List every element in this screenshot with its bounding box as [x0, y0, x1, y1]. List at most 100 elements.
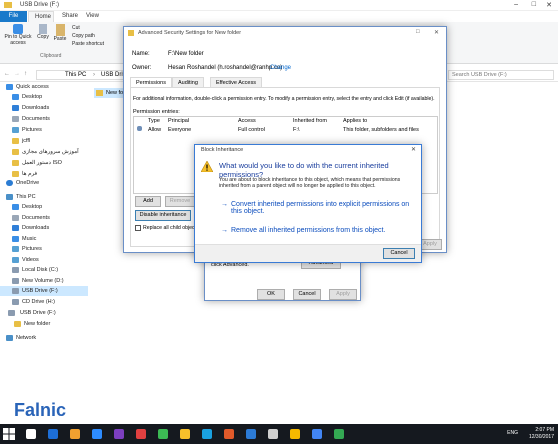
breadcrumb-this-pc[interactable]: This PC [65, 72, 86, 78]
desktop-icon [12, 94, 19, 100]
sidebar-item[interactable]: Downloads [0, 103, 88, 113]
replace-checkbox[interactable] [135, 225, 141, 231]
chrome-icon[interactable] [158, 429, 168, 439]
edge-icon[interactable] [92, 429, 102, 439]
add-button[interactable]: Add [135, 196, 161, 207]
settings-icon[interactable] [268, 429, 278, 439]
copy-button[interactable]: Copy [36, 24, 50, 40]
paste-shortcut-button[interactable]: Paste shortcut [72, 41, 104, 47]
excel-icon[interactable] [334, 429, 344, 439]
folder-icon [12, 171, 19, 177]
sidebar-item[interactable]: Documents [0, 114, 88, 124]
minimize-icon[interactable]: – [514, 1, 518, 8]
task-view-icon[interactable] [48, 429, 58, 439]
user-group-icon [137, 126, 142, 131]
computer-icon [6, 194, 13, 200]
cancel-button[interactable]: Cancel [293, 289, 321, 300]
nav-usb-new-folder[interactable]: New folder [0, 319, 88, 329]
clock-time: 2:07 PM [535, 427, 554, 433]
up-icon[interactable]: ↑ [24, 71, 27, 77]
disable-inheritance-button[interactable]: Disable inheritance [135, 210, 191, 221]
dialog-cancel-button[interactable]: Cancel [383, 248, 415, 259]
sidebar-item[interactable]: Downloads [0, 223, 88, 233]
search-icon[interactable] [26, 429, 36, 439]
sidebar-item[interactable]: دستور العمل ISO [0, 158, 88, 168]
col-inherited-from[interactable]: Inherited from [290, 117, 340, 125]
maximize-icon[interactable]: □ [416, 29, 420, 35]
documents-icon [12, 116, 19, 122]
sidebar-item-label: Pictures [22, 246, 42, 252]
search-input[interactable]: Search USB Drive (F:) [448, 70, 554, 80]
nav-quick-access[interactable]: Quick access [0, 82, 88, 92]
sidebar-item-label: Pictures [22, 127, 42, 133]
apply-button[interactable]: Apply [329, 289, 357, 300]
sidebar-item[interactable]: Documents [0, 213, 88, 223]
table-row[interactable]: Allow Everyone Full control F:\ This fol… [134, 125, 422, 134]
security-titlebar: Advanced Security Settings for New folde… [124, 27, 446, 39]
tab-effective-access[interactable]: Effective Access [210, 77, 262, 87]
col-applies-to[interactable]: Applies to [340, 117, 422, 125]
security-title: Advanced Security Settings for New folde… [138, 30, 242, 36]
visual-studio-icon[interactable] [114, 429, 124, 439]
sidebar-item[interactable]: jcffl [0, 136, 88, 146]
sidebar-item[interactable]: Pictures [0, 244, 88, 254]
sidebar-item[interactable]: آموزش سرورهای مجازی [0, 147, 88, 157]
desktop-icon [12, 204, 19, 210]
windows-start-icon[interactable] [3, 428, 15, 440]
tab-home[interactable]: Home [28, 11, 54, 22]
sidebar-item[interactable]: Pictures [0, 125, 88, 135]
cloud-icon [6, 180, 13, 186]
cd-drive-icon [12, 298, 19, 305]
sidebar-item[interactable]: Music [0, 234, 88, 244]
paste-button[interactable]: Paste [53, 24, 67, 42]
nav-usb-root[interactable]: USB Drive (F:) [0, 308, 88, 318]
forward-icon[interactable]: → [14, 71, 20, 77]
sidebar-item-label: Music [22, 235, 37, 242]
close-icon[interactable]: ✕ [411, 146, 416, 153]
nav-onedrive[interactable]: OneDrive [0, 178, 88, 188]
close-icon[interactable]: ✕ [434, 29, 439, 36]
clock[interactable]: 2:07 PM 12/30/2017 [529, 427, 554, 441]
tab-file[interactable]: File [0, 11, 27, 22]
maximize-icon[interactable]: □ [532, 1, 536, 8]
taskbar-apps [22, 424, 422, 444]
photos-icon[interactable] [312, 429, 322, 439]
change-owner-link[interactable]: Change [270, 65, 291, 71]
sidebar-item[interactable]: USB Drive (F:) [0, 286, 88, 296]
sidebar-item[interactable]: Desktop [0, 202, 88, 212]
back-icon[interactable]: ← [4, 71, 10, 77]
sidebar-item[interactable]: Desktop [0, 92, 88, 102]
nav-this-pc[interactable]: This PC [0, 192, 88, 202]
ok-button[interactable]: OK [257, 289, 285, 300]
cell-type: Allow [148, 126, 162, 133]
tab-auditing[interactable]: Auditing [172, 77, 204, 87]
sticky-notes-icon[interactable] [290, 429, 300, 439]
sidebar-item[interactable]: Local Disk (C:) [0, 265, 88, 275]
word-icon[interactable] [246, 429, 256, 439]
col-principal[interactable]: Principal [165, 117, 235, 125]
dialog-title: Block Inheritance [201, 147, 244, 153]
col-type[interactable]: Type [145, 117, 165, 125]
sidebar-item[interactable]: CD Drive (H:) [0, 297, 88, 307]
sidebar-item[interactable]: Videos [0, 255, 88, 265]
sidebar-item[interactable]: New Volume (D:) [0, 276, 88, 286]
tab-permissions[interactable]: Permissions [130, 77, 172, 87]
pin-button[interactable]: Pin to Quick access [4, 24, 32, 46]
tab-view[interactable]: View [80, 11, 105, 22]
powerpoint-icon[interactable] [224, 429, 234, 439]
disk-icon [12, 267, 19, 273]
col-access[interactable]: Access [235, 117, 290, 125]
download-icon [12, 105, 19, 111]
remove-button[interactable]: Remove [165, 196, 195, 207]
nav-network[interactable]: Network [0, 333, 88, 343]
language-indicator[interactable]: ENG [507, 430, 518, 436]
telegram-icon[interactable] [202, 429, 212, 439]
copy-path-button[interactable]: Copy path [72, 33, 95, 39]
close-icon[interactable]: ✕ [546, 1, 552, 9]
cut-button[interactable]: Cut [72, 25, 80, 31]
folder-icon[interactable] [180, 429, 190, 439]
sidebar-item-label: CD Drive (H:) [22, 298, 55, 305]
file-explorer-icon[interactable] [70, 429, 80, 439]
arrow-right-icon: → [221, 201, 228, 208]
opera-icon[interactable] [136, 429, 146, 439]
